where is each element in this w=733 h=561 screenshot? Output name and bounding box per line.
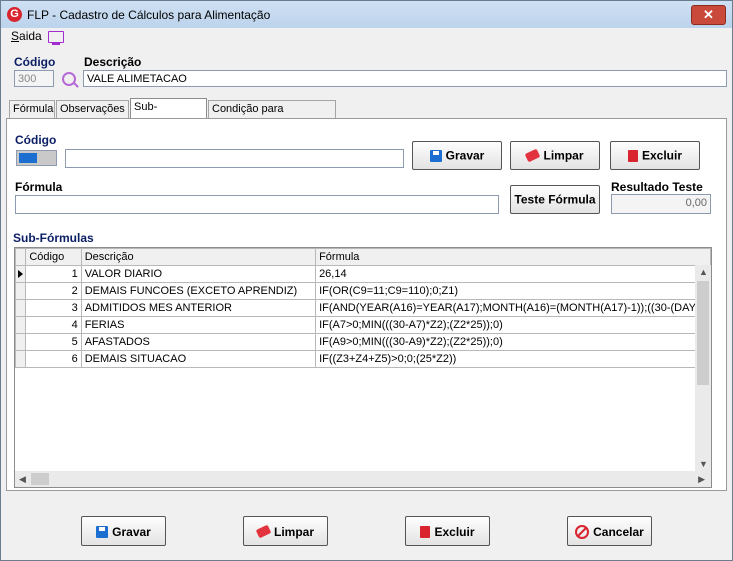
- title-bar: G FLP - Cadastro de Cálculos para Alimen…: [1, 1, 732, 28]
- col-formula-header[interactable]: Fórmula: [315, 248, 711, 266]
- excluir-button[interactable]: Excluir: [610, 141, 700, 170]
- close-button[interactable]: ✕: [691, 5, 726, 25]
- cell-formula[interactable]: IF(A7>0;MIN(((30-A7)*Z2);(Z2*25));0): [315, 316, 711, 334]
- cancel-icon: [575, 524, 590, 539]
- row-indicator: [15, 350, 27, 368]
- trash-icon: [420, 525, 431, 538]
- descricao-label: Descrição: [84, 55, 142, 69]
- formula-field[interactable]: [15, 195, 499, 214]
- sub-formulas-section-label: Sub-Fórmulas: [13, 231, 94, 245]
- trash-icon: [627, 149, 638, 162]
- formula-label: Fórmula: [15, 180, 63, 194]
- scroll-down-icon[interactable]: ▼: [699, 459, 708, 469]
- menu-saida[interactable]: Saida: [11, 29, 42, 43]
- eraser-icon: [255, 525, 272, 539]
- window-title: FLP - Cadastro de Cálculos para Alimenta…: [27, 8, 271, 22]
- menu-bar: Saida: [1, 28, 732, 48]
- search-icon[interactable]: [62, 72, 76, 86]
- tab-observacoes[interactable]: Observações: [56, 100, 129, 118]
- descricao-field[interactable]: VALE ALIMETACAO: [83, 70, 727, 87]
- cell-descricao[interactable]: DEMAIS SITUACAO: [80, 350, 317, 368]
- resultado-label: Resultado Teste: [611, 180, 703, 194]
- horizontal-scroll-thumb[interactable]: [31, 473, 49, 485]
- cell-descricao[interactable]: FERIAS: [80, 316, 317, 334]
- scroll-up-icon[interactable]: ▲: [699, 267, 708, 277]
- horizontal-scrollbar[interactable]: ◀ ▶: [15, 471, 711, 487]
- cell-codigo[interactable]: 6: [25, 350, 82, 368]
- monitor-icon[interactable]: [48, 31, 64, 45]
- resultado-field: 0,00: [611, 194, 711, 214]
- table-row[interactable]: 6 DEMAIS SITUACAO IF((Z3+Z4+Z5)>0;0;(25*…: [15, 350, 711, 368]
- footer-gravar-label: Gravar: [112, 524, 151, 539]
- cell-descricao[interactable]: AFASTADOS: [80, 333, 317, 351]
- table-row[interactable]: 4 FERIAS IF(A7>0;MIN(((30-A7)*Z2);(Z2*25…: [15, 316, 711, 334]
- cell-codigo[interactable]: 5: [25, 333, 82, 351]
- cell-codigo[interactable]: 1: [25, 265, 82, 283]
- cell-formula[interactable]: IF(A9>0;MIN(((30-A9)*Z2);(Z2*25));0): [315, 333, 711, 351]
- footer-limpar-label: Limpar: [273, 524, 314, 539]
- col-codigo-header[interactable]: Código: [25, 248, 82, 266]
- teste-formula-label: Teste Fórmula: [514, 192, 596, 207]
- limpar-button-label: Limpar: [543, 148, 584, 163]
- scroll-right-icon[interactable]: ▶: [698, 474, 705, 485]
- row-indicator: [15, 282, 27, 300]
- footer-limpar-button[interactable]: Limpar: [243, 516, 328, 546]
- limpar-button[interactable]: Limpar: [510, 141, 600, 170]
- grid-table: Código Descrição Fórmula 1 VALOR DIARIO …: [15, 248, 711, 368]
- save-icon: [96, 525, 109, 538]
- table-row[interactable]: 2 DEMAIS FUNCOES (EXCETO APRENDIZ) IF(OR…: [15, 282, 711, 300]
- current-row-pointer-icon: [18, 270, 23, 278]
- row-indicator: [15, 265, 27, 283]
- grid-corner: [15, 248, 27, 266]
- eraser-icon: [525, 149, 541, 163]
- sub-codigo-label: Código: [15, 133, 57, 147]
- footer-excluir-button[interactable]: Excluir: [405, 516, 490, 546]
- cell-codigo[interactable]: 2: [25, 282, 82, 300]
- vertical-scroll-thumb[interactable]: [697, 281, 709, 385]
- sub-codigo-field[interactable]: [65, 149, 404, 168]
- tab-formula[interactable]: Fórmula: [9, 100, 55, 118]
- vertical-scrollbar[interactable]: ▲ ▼: [695, 265, 711, 471]
- gravar-button[interactable]: Gravar: [412, 141, 502, 170]
- codigo-field[interactable]: 300: [14, 70, 54, 87]
- tab-condicao[interactable]: Condição para execução: [208, 100, 336, 132]
- cell-codigo[interactable]: 4: [25, 316, 82, 334]
- col-descricao-header[interactable]: Descrição: [80, 248, 317, 266]
- app-logo: G: [7, 7, 22, 22]
- footer-cancelar-button[interactable]: Cancelar: [567, 516, 652, 546]
- gravar-button-label: Gravar: [445, 148, 485, 163]
- row-indicator: [15, 316, 27, 334]
- cell-descricao[interactable]: DEMAIS FUNCOES (EXCETO APRENDIZ): [80, 282, 317, 300]
- cell-formula[interactable]: IF(OR(C9=11;C9=110);0;Z1): [315, 282, 711, 300]
- scroll-left-icon[interactable]: ◀: [19, 474, 26, 485]
- row-indicator: [15, 333, 27, 351]
- table-row[interactable]: 1 VALOR DIARIO 26,14: [15, 265, 711, 283]
- table-row[interactable]: 5 AFASTADOS IF(A9>0;MIN(((30-A9)*Z2);(Z2…: [15, 333, 711, 351]
- grid-header-row: Código Descrição Fórmula: [15, 248, 711, 266]
- cell-descricao[interactable]: ADMITIDOS MES ANTERIOR: [80, 299, 317, 317]
- footer-excluir-label: Excluir: [434, 524, 475, 539]
- excluir-button-label: Excluir: [641, 148, 683, 163]
- menu-saida-accel: S: [11, 29, 20, 43]
- cell-descricao[interactable]: VALOR DIARIO: [80, 265, 317, 283]
- footer-cancelar-label: Cancelar: [593, 524, 644, 539]
- footer-gravar-button[interactable]: Gravar: [81, 516, 166, 546]
- teste-formula-button[interactable]: Teste Fórmula: [510, 185, 600, 214]
- cell-formula[interactable]: IF((Z3+Z4+Z5)>0;0;(25*Z2)): [315, 350, 711, 368]
- cell-formula[interactable]: IF(AND(YEAR(A16)=YEAR(A17);MONTH(A16)=(M…: [315, 299, 711, 317]
- sub-codigo-indicator: [16, 150, 57, 166]
- menu-saida-label: aida: [19, 29, 42, 43]
- codigo-label: Código: [14, 55, 56, 69]
- cell-formula[interactable]: 26,14: [315, 265, 711, 283]
- main-window: G FLP - Cadastro de Cálculos para Alimen…: [0, 0, 733, 561]
- tab-sub-formulas[interactable]: Sub-Fórmulas: [130, 98, 207, 130]
- sub-formulas-grid: Código Descrição Fórmula 1 VALOR DIARIO …: [14, 247, 712, 488]
- row-indicator: [15, 299, 27, 317]
- save-icon: [429, 149, 442, 162]
- cell-codigo[interactable]: 3: [25, 299, 82, 317]
- table-row[interactable]: 3 ADMITIDOS MES ANTERIOR IF(AND(YEAR(A16…: [15, 299, 711, 317]
